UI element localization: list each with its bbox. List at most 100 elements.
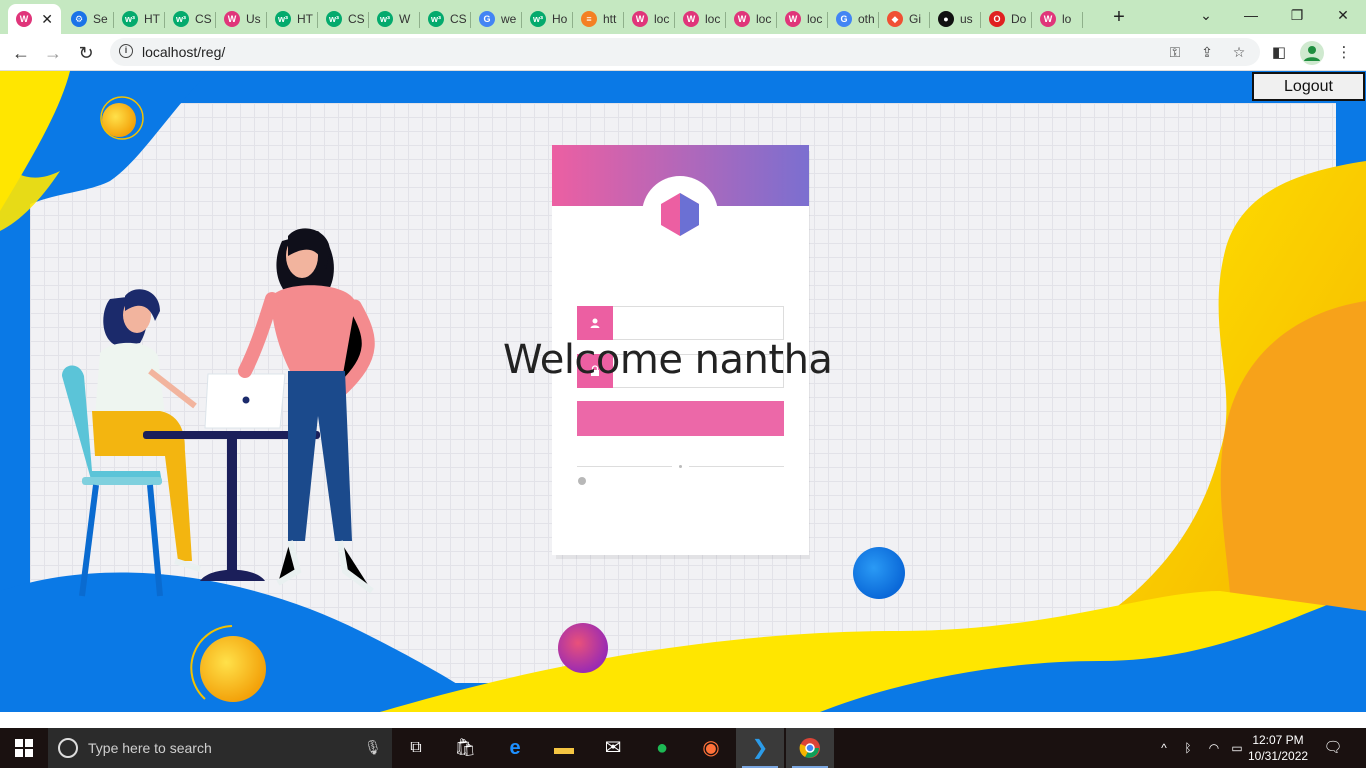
battery-icon[interactable]: ▭ bbox=[1228, 728, 1246, 768]
w3-icon: w³ bbox=[173, 11, 189, 27]
close-tab-icon[interactable]: ✕ bbox=[41, 11, 53, 28]
forward-button[interactable]: → bbox=[42, 42, 64, 64]
browser-tab[interactable]: w³ Ho bbox=[522, 4, 573, 34]
browser-tab-label: htt bbox=[603, 12, 617, 26]
wamp-icon: W bbox=[632, 11, 648, 27]
github-icon: ● bbox=[938, 11, 954, 27]
address-bar[interactable]: i localhost/reg/ ⚿ ⇪ ☆ bbox=[110, 38, 1260, 66]
browser-tab-label: Gi bbox=[909, 12, 921, 26]
username-input[interactable] bbox=[577, 306, 784, 340]
key-icon[interactable]: ⚿ bbox=[1166, 43, 1184, 61]
opera-icon: O bbox=[989, 11, 1005, 27]
tab-search-chevron-icon[interactable]: ⌄ bbox=[1194, 4, 1218, 26]
welcome-heading: Welcome nantha bbox=[503, 337, 833, 383]
share-icon[interactable]: ⇪ bbox=[1198, 43, 1216, 61]
browser-tab-label: loc bbox=[756, 12, 772, 26]
browser-tab[interactable]: Goth bbox=[828, 4, 879, 34]
browser-tab[interactable]: W ✕ bbox=[8, 4, 61, 34]
wamp-icon: W bbox=[1040, 11, 1056, 27]
microphone-icon[interactable]: 🎙 bbox=[364, 739, 382, 756]
bluetooth-icon[interactable]: ᛒ bbox=[1180, 728, 1196, 768]
side-panel-icon[interactable]: ◧ bbox=[1269, 43, 1289, 63]
search-circle-icon bbox=[58, 738, 78, 758]
stack-icon: ≡ bbox=[581, 11, 597, 27]
browser-tab-label: Ho bbox=[552, 12, 568, 26]
taskbar-search[interactable]: Type here to search 🎙 bbox=[48, 728, 392, 768]
firefox-icon[interactable]: ◉ bbox=[687, 728, 735, 768]
url-text[interactable]: localhost/reg/ bbox=[142, 44, 225, 60]
profile-person-icon bbox=[1304, 46, 1320, 61]
maximize-button[interactable]: ❐ bbox=[1285, 4, 1309, 26]
background-illustration bbox=[0, 71, 1366, 712]
divider-right bbox=[689, 466, 784, 467]
close-window-button[interactable]: ✕ bbox=[1331, 4, 1355, 26]
w3-icon: w³ bbox=[377, 11, 393, 27]
google-icon: G bbox=[836, 11, 852, 27]
google-icon: G bbox=[479, 11, 495, 27]
reload-button[interactable]: ↻ bbox=[75, 42, 97, 64]
tray-chevron-icon[interactable]: ^ bbox=[1155, 728, 1173, 768]
browser-tab[interactable]: Wloc bbox=[675, 4, 726, 34]
browser-tab-label: lo bbox=[1062, 12, 1072, 26]
browser-tab[interactable]: w³ HT bbox=[114, 4, 165, 34]
divider-left bbox=[577, 466, 672, 467]
wamp-icon: W bbox=[16, 11, 32, 27]
chrome-icon[interactable] bbox=[786, 728, 834, 768]
logout-button[interactable]: Logout bbox=[1252, 72, 1365, 101]
spotify-icon[interactable]: ● bbox=[638, 728, 686, 768]
gear-icon: ⚙ bbox=[71, 11, 87, 27]
wamp-icon: W bbox=[683, 11, 699, 27]
clock-time: 12:07 PM bbox=[1252, 733, 1304, 747]
search-placeholder: Type here to search bbox=[88, 740, 212, 756]
browser-tab[interactable]: Wloc bbox=[624, 4, 675, 34]
file-explorer-icon[interactable]: ▬ bbox=[540, 728, 588, 768]
browser-tab[interactable]: w³ HT bbox=[267, 4, 318, 34]
page-bottom-gap bbox=[0, 712, 1366, 728]
browser-tab[interactable]: W Us bbox=[216, 4, 267, 34]
browser-tab[interactable]: O Do bbox=[981, 4, 1032, 34]
site-info-icon[interactable]: i bbox=[119, 44, 133, 58]
browser-tab-label: Do bbox=[1011, 12, 1027, 26]
store-icon[interactable]: 🛍 bbox=[441, 728, 489, 768]
user-icon bbox=[577, 306, 613, 340]
mail-icon[interactable]: ✉ bbox=[589, 728, 637, 768]
git-icon: ◆ bbox=[887, 11, 903, 27]
browser-tab[interactable]: Wloc bbox=[777, 4, 828, 34]
browser-tab-label: CS bbox=[348, 12, 365, 26]
task-view-icon[interactable]: ⧉ bbox=[392, 728, 440, 768]
browser-tab-label: loc bbox=[654, 12, 670, 26]
minimize-button[interactable]: — bbox=[1239, 4, 1263, 26]
browser-tab[interactable]: ◆ Gi bbox=[879, 4, 930, 34]
notifications-icon[interactable]: 🗨 bbox=[1322, 728, 1344, 768]
profile-avatar[interactable] bbox=[1300, 41, 1324, 65]
browser-tab-label: CS bbox=[195, 12, 212, 26]
clock-date: 10/31/2022 bbox=[1248, 749, 1309, 763]
wifi-icon[interactable]: ◠ bbox=[1205, 728, 1223, 768]
browser-tab-label: Se bbox=[93, 12, 108, 26]
browser-tab[interactable]: w³ CS bbox=[318, 4, 369, 34]
bookmark-star-icon[interactable]: ☆ bbox=[1230, 43, 1248, 61]
browser-tab[interactable]: Wloc bbox=[726, 4, 777, 34]
remember-checkbox[interactable] bbox=[578, 477, 586, 485]
w3-icon: w³ bbox=[122, 11, 138, 27]
browser-tab[interactable]: ● us bbox=[930, 4, 981, 34]
browser-tab[interactable]: ≡ htt bbox=[573, 4, 624, 34]
browser-tab-label: CS bbox=[450, 12, 467, 26]
browser-tab[interactable]: Gwe bbox=[471, 4, 522, 34]
edge-icon[interactable]: e bbox=[491, 728, 539, 768]
browser-tab-label: HT bbox=[297, 12, 313, 26]
system-clock[interactable]: 12:07 PM 10/31/2022 bbox=[1248, 732, 1308, 764]
menu-kebab-icon[interactable]: ⋮ bbox=[1334, 43, 1354, 63]
login-submit-button[interactable] bbox=[577, 401, 784, 436]
browser-tab[interactable]: w³ CS bbox=[165, 4, 216, 34]
browser-tab[interactable]: w³ W bbox=[369, 4, 420, 34]
browser-tab[interactable]: ⚙ Se bbox=[63, 4, 114, 34]
browser-tab[interactable]: w³ CS bbox=[420, 4, 471, 34]
back-button[interactable]: ← bbox=[10, 42, 32, 64]
wamp-icon: W bbox=[224, 11, 240, 27]
vscode-icon[interactable]: ❯ bbox=[736, 728, 784, 768]
new-tab-button[interactable]: + bbox=[1108, 6, 1130, 28]
browser-tab[interactable]: Wlo bbox=[1032, 4, 1083, 34]
windows-start-icon[interactable] bbox=[0, 728, 48, 768]
wamp-icon: W bbox=[785, 11, 801, 27]
